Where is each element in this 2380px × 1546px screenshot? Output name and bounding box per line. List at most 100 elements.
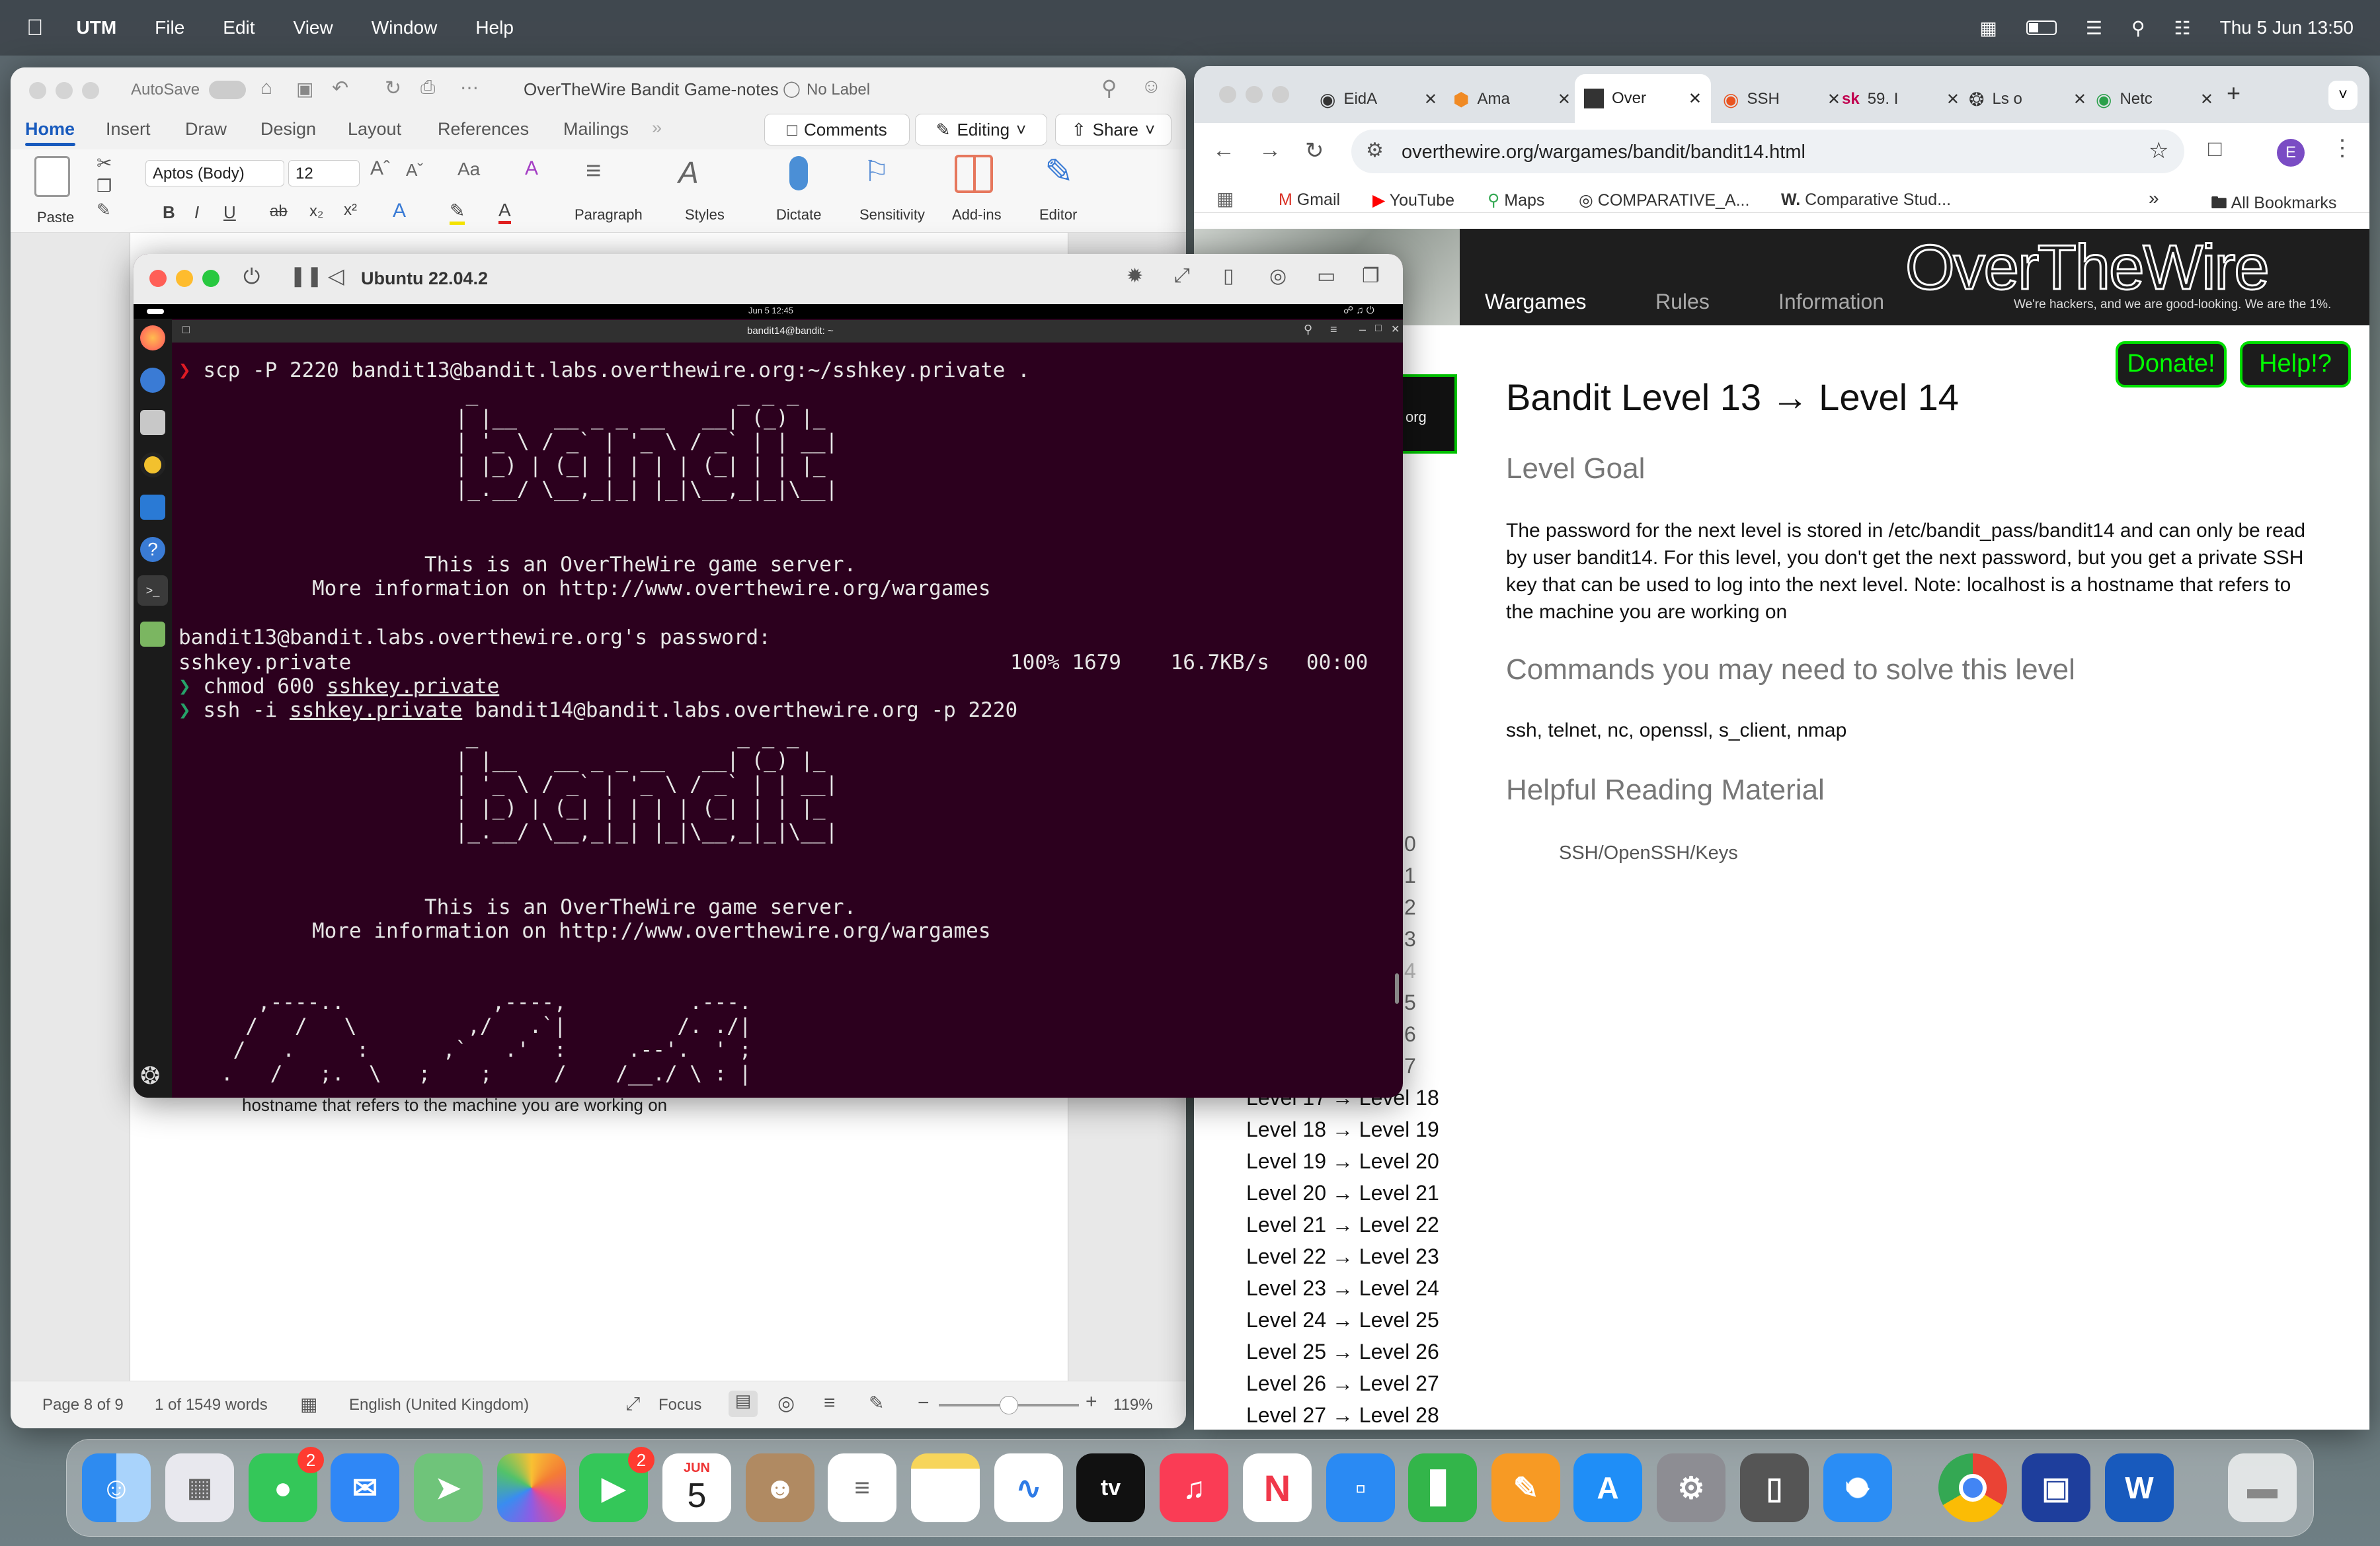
- donate-button[interactable]: Donate!: [2116, 341, 2227, 387]
- trash-icon[interactable]: [140, 622, 165, 647]
- draft-icon[interactable]: ✎: [869, 1392, 884, 1414]
- level-link[interactable]: Level 26 → Level 27: [1246, 1371, 1439, 1396]
- freeform-icon[interactable]: ∿: [994, 1453, 1063, 1522]
- paragraph-label[interactable]: Paragraph: [575, 206, 643, 224]
- grid-icon[interactable]: ▦: [1979, 17, 1997, 39]
- rhythmbox-icon[interactable]: [140, 452, 165, 477]
- music-icon[interactable]: ♫: [1160, 1453, 1228, 1522]
- ubuntu-clock[interactable]: Jun 5 12:45: [748, 305, 793, 315]
- hamburger-icon[interactable]: ≡: [1330, 323, 1337, 337]
- forward-icon[interactable]: →: [1259, 138, 1281, 163]
- bookmark-comparative-a[interactable]: ◎ COMPARATIVE_A...: [1579, 190, 1749, 210]
- drive-icon[interactable]: ◎: [1269, 264, 1287, 288]
- messages-icon[interactable]: ● 2: [249, 1447, 324, 1522]
- photos-icon[interactable]: [497, 1453, 566, 1522]
- notes-icon[interactable]: [911, 1453, 980, 1522]
- shrink-font-icon[interactable]: Aˇ: [406, 160, 423, 181]
- tab-ls[interactable]: ❂ Ls o ✕: [1969, 79, 2086, 119]
- launchpad-icon[interactable]: ▦: [165, 1453, 234, 1522]
- share-button[interactable]: ⇧ Share ˅: [1055, 114, 1171, 145]
- menu-edit[interactable]: Edit: [223, 17, 255, 38]
- apps-grid-icon[interactable]: ▦: [1216, 188, 1234, 210]
- search-icon[interactable]: ⚲: [1304, 323, 1312, 337]
- minimize-button[interactable]: [176, 270, 193, 287]
- close-icon[interactable]: ✕: [1391, 323, 1400, 336]
- tab-mailings[interactable]: Mailings: [563, 119, 629, 140]
- level-link[interactable]: Level 18 → Level 19: [1246, 1118, 1439, 1142]
- level-fragment[interactable]: 4: [1404, 959, 1416, 983]
- level-fragment[interactable]: 3: [1404, 927, 1416, 952]
- focus-label[interactable]: Focus: [658, 1396, 701, 1414]
- clear-format-icon[interactable]: A: [525, 157, 538, 180]
- new-tab-icon[interactable]: □: [182, 323, 190, 337]
- cut-icon[interactable]: ✂: [97, 152, 112, 174]
- tab-amazon[interactable]: ⬢ Ama ✕: [1453, 79, 1571, 119]
- site-info-icon[interactable]: ⚙: [1366, 139, 1384, 162]
- bookmark-gmail[interactable]: M Gmail: [1279, 190, 1340, 210]
- paragraph-icon[interactable]: ≡: [586, 156, 601, 186]
- search-icon[interactable]: ⚲: [2131, 17, 2145, 39]
- usb-icon[interactable]: ▯: [1223, 264, 1234, 288]
- level-fragment[interactable]: 6: [1404, 1022, 1416, 1047]
- address-bar[interactable]: ⚙ overthewire.org/wargames/bandit/bandit…: [1351, 130, 2184, 173]
- new-tab-icon[interactable]: +: [2227, 79, 2241, 107]
- page-count[interactable]: Page 8 of 9: [42, 1396, 124, 1414]
- tab-ssh[interactable]: ◉ SSH ✕: [1723, 79, 1841, 119]
- help-icon[interactable]: ?: [140, 537, 165, 562]
- styles-label[interactable]: Styles: [685, 206, 725, 224]
- italic-icon[interactable]: I: [194, 202, 199, 223]
- nav-information[interactable]: Information: [1778, 290, 1884, 314]
- sensitivity-ribbon-label[interactable]: Sensitivity: [859, 206, 925, 224]
- folder-icon[interactable]: ▭: [1317, 264, 1335, 288]
- editor-icon[interactable]: ✎: [1045, 152, 1074, 192]
- contacts-icon[interactable]: ☻: [746, 1453, 814, 1522]
- word-icon[interactable]: W: [2105, 1453, 2174, 1522]
- menu-dots-icon[interactable]: ⋮: [2331, 135, 2354, 161]
- tab-home[interactable]: Home: [25, 119, 75, 140]
- pause-icon[interactable]: ❚❚: [290, 264, 323, 288]
- url-text[interactable]: overthewire.org/wargames/bandit/bandit14…: [1402, 142, 1805, 163]
- calendar-icon[interactable]: JUN 5: [662, 1453, 731, 1522]
- tab-references[interactable]: References: [438, 119, 529, 140]
- maximize-icon[interactable]: □: [1375, 323, 1382, 335]
- bookmark-youtube[interactable]: ▶ YouTube: [1372, 190, 1454, 210]
- tab-design[interactable]: Design: [260, 119, 316, 140]
- share-person-icon[interactable]: ☺: [1141, 75, 1162, 98]
- close-tab-icon[interactable]: ✕: [2200, 90, 2213, 109]
- sensitivity-icon[interactable]: ⚐: [863, 155, 889, 188]
- all-bookmarks[interactable]: 🖿 All Bookmarks: [2211, 190, 2336, 219]
- tab-github[interactable]: ◉ EidA ✕: [1320, 79, 1437, 119]
- minimize-button[interactable]: [56, 82, 73, 99]
- search-icon[interactable]: ⚲: [1101, 75, 1117, 101]
- extensions-icon[interactable]: □: [2208, 136, 2222, 162]
- apple-icon[interactable]: : [26, 15, 44, 41]
- close-tab-icon[interactable]: ✕: [2073, 90, 2086, 109]
- system-tray-icon[interactable]: ☍ ♫ ⏻: [1343, 304, 1374, 316]
- reload-icon[interactable]: ↻: [1305, 138, 1324, 164]
- bookmarks-overflow-icon[interactable]: »: [2149, 188, 2159, 209]
- change-case-icon[interactable]: Aa: [457, 159, 480, 180]
- close-button[interactable]: [1219, 86, 1236, 103]
- close-tab-icon[interactable]: ✕: [1688, 89, 1702, 108]
- level-link[interactable]: Level 22 → Level 23: [1246, 1244, 1439, 1269]
- home-icon[interactable]: ⌂: [260, 77, 272, 99]
- menu-window[interactable]: Window: [372, 17, 438, 38]
- level-link[interactable]: Level 23 → Level 24: [1246, 1276, 1439, 1301]
- battery-icon[interactable]: [2026, 20, 2057, 35]
- minimize-icon[interactable]: –: [1359, 323, 1366, 337]
- editor-label[interactable]: Editor: [1039, 206, 1077, 224]
- chrome-icon[interactable]: [1938, 1453, 2007, 1522]
- dictate-icon[interactable]: [789, 156, 808, 190]
- activities[interactable]: [147, 309, 164, 314]
- nav-rules[interactable]: Rules: [1655, 290, 1710, 314]
- level-fragment[interactable]: 2: [1404, 895, 1416, 920]
- close-tab-icon[interactable]: ✕: [1424, 90, 1437, 109]
- paste-icon[interactable]: [34, 156, 70, 197]
- proofing-icon[interactable]: ▦: [300, 1393, 317, 1415]
- autosave-toggle[interactable]: [209, 81, 246, 99]
- windows-icon[interactable]: ❐: [1362, 264, 1380, 288]
- bookmark-comparative-stud[interactable]: W. Comparative Stud...: [1781, 190, 1951, 210]
- mail-icon[interactable]: ✉: [331, 1453, 399, 1522]
- paste-label[interactable]: Paste: [37, 209, 74, 226]
- web-layout-icon[interactable]: ◎: [777, 1392, 795, 1415]
